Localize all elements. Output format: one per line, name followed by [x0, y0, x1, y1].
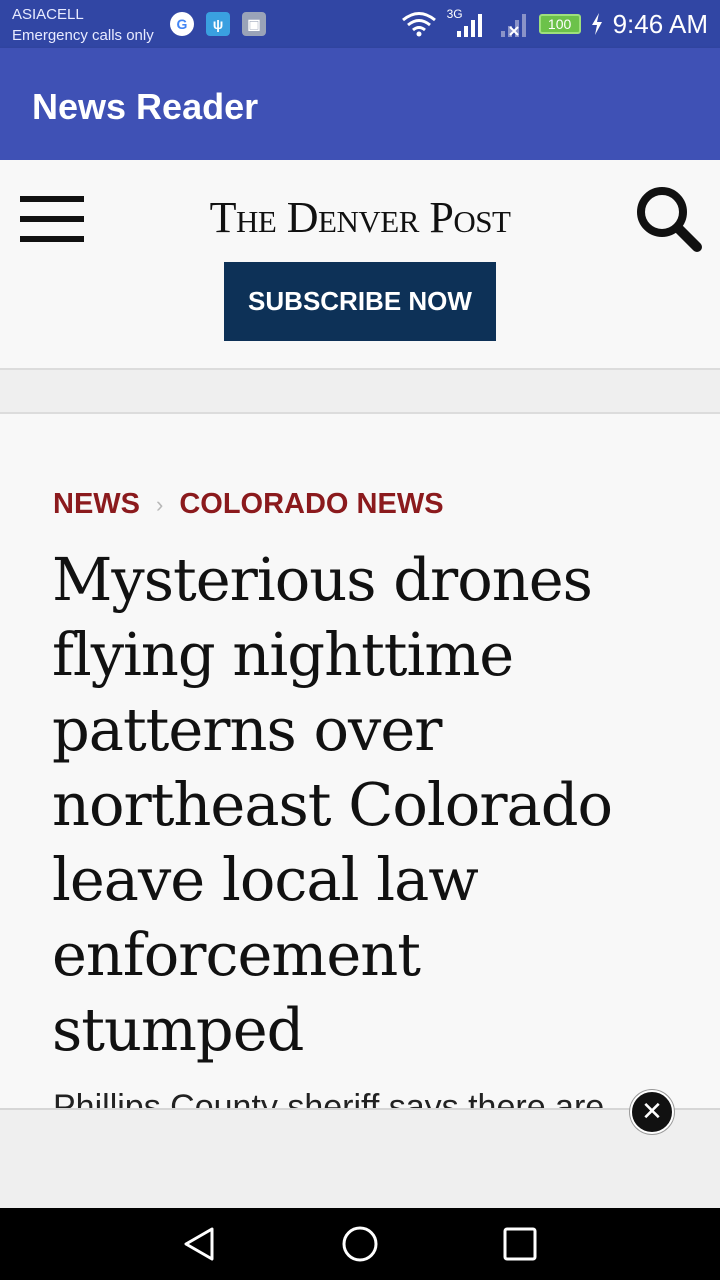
site-logo[interactable]: The Denver Post	[190, 192, 530, 243]
google-icon: G	[170, 12, 194, 36]
ad-divider	[0, 368, 720, 414]
no-signal-icon	[500, 14, 526, 37]
image-icon: ▣	[242, 12, 266, 36]
carrier-note: Emergency calls only	[12, 27, 154, 44]
article: NEWS › COLORADO NEWS Mysterious drones f…	[0, 416, 720, 1108]
breadcrumb-news[interactable]: NEWS	[53, 488, 140, 521]
article-headline: Mysterious drones flying nighttime patte…	[52, 545, 613, 1064]
app-bar: News Reader	[0, 48, 720, 160]
ad-banner[interactable]	[0, 1108, 720, 1208]
battery-level: 100	[547, 16, 572, 32]
site-header: The Denver Post SUBSCRIBE NOW	[0, 160, 720, 368]
hamburger-menu-icon[interactable]	[20, 196, 84, 244]
status-right: 3G 100 9:46 AM	[401, 0, 708, 48]
carrier-name: ASIACELL	[12, 6, 84, 23]
wifi-icon	[401, 12, 436, 37]
recents-icon[interactable]	[500, 1224, 540, 1264]
carrier-info: ASIACELL Emergency calls only	[12, 4, 154, 46]
home-icon[interactable]	[340, 1224, 380, 1264]
usb-icon: ψ	[206, 12, 230, 36]
signal-icon: 3G	[447, 7, 487, 39]
charging-icon	[591, 13, 602, 35]
app-title: News Reader	[32, 86, 259, 127]
close-ad-icon[interactable]: ✕	[630, 1090, 674, 1134]
subscribe-button[interactable]: SUBSCRIBE NOW	[224, 262, 496, 341]
notification-icons: G ψ ▣	[170, 12, 266, 36]
article-subhead: Phillips County sheriff says there are	[53, 1088, 605, 1108]
chevron-right-icon: ›	[156, 491, 164, 517]
battery-icon: 100	[538, 14, 581, 34]
search-icon[interactable]	[634, 184, 704, 254]
navigation-bar	[0, 1208, 720, 1280]
breadcrumb-colorado-news[interactable]: COLORADO NEWS	[179, 488, 443, 521]
breadcrumb: NEWS › COLORADO NEWS	[53, 488, 444, 521]
back-icon[interactable]	[180, 1224, 220, 1264]
status-bar: ASIACELL Emergency calls only G ψ ▣ 3G 1…	[0, 0, 720, 48]
clock: 9:46 AM	[612, 8, 708, 39]
